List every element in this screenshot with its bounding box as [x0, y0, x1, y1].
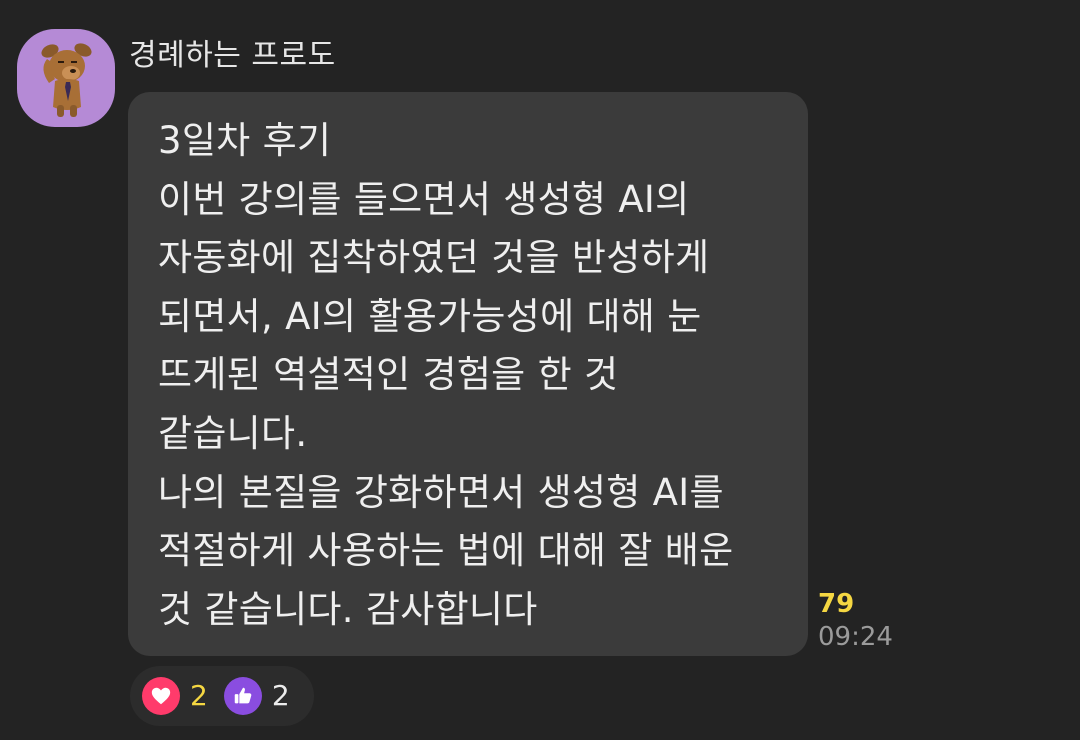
message-line: 같습니다. [158, 411, 308, 455]
avatar[interactable] [17, 29, 115, 127]
reaction-count: 2 [271, 679, 290, 712]
message-line: 자동화에 집착하였던 것을 반성하게 [158, 236, 710, 280]
message-line: 것 같습니다. 감사합니다 [158, 587, 538, 631]
message-line: 적절하게 사용하는 법에 대해 잘 배운 [158, 529, 734, 573]
message-line: 나의 본질을 강화하면서 생성형 AI를 [158, 470, 724, 514]
reaction-heart[interactable]: 2 [142, 677, 208, 715]
message-line: 3일차 후기 [158, 119, 332, 162]
message-meta: 79 09:24 [818, 588, 938, 654]
unread-count: 79 [818, 589, 855, 619]
message-bubble[interactable]: 3일차 후기 이번 강의를 들으면서 생성형 AI의 자동화에 집착하였던 것을… [128, 92, 808, 656]
heart-icon [142, 677, 180, 715]
thumbs-up-icon [223, 677, 262, 715]
reactions-bar: 2 2 [130, 666, 314, 726]
sender-name[interactable]: 경례하는 프로도 [129, 36, 336, 76]
reaction-thumbs-up[interactable]: 2 [223, 677, 290, 715]
chat-message: 경례하는 프로도 3일차 후기 이번 강의를 들으면서 생성형 AI의 자동화에… [0, 0, 1080, 740]
message-line: 되면서, AI의 활용가능성에 대해 눈 [158, 294, 702, 338]
message-line: 뜨게된 역설적인 경험을 한 것 [158, 353, 619, 397]
timestamp: 09:24 [818, 622, 893, 652]
message-line: 이번 강의를 들으면서 생성형 AI의 [158, 177, 690, 221]
reaction-count: 2 [190, 679, 208, 712]
frodo-avatar-illustration [41, 43, 92, 117]
